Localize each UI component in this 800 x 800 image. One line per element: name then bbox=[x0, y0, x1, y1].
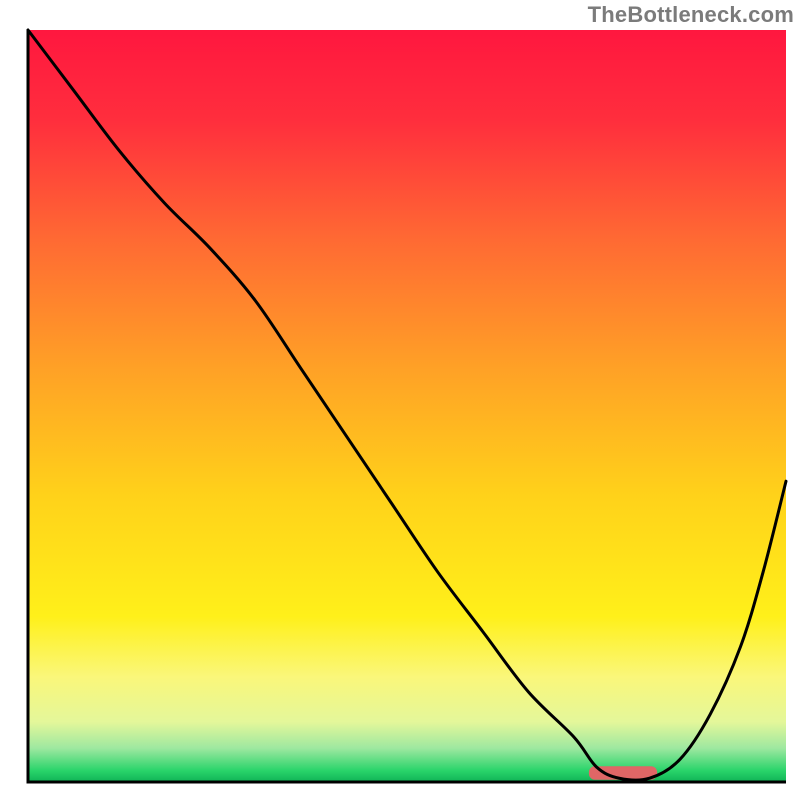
bottleneck-chart bbox=[0, 0, 800, 800]
chart-stage: TheBottleneck.com bbox=[0, 0, 800, 800]
plot-background bbox=[28, 30, 786, 782]
